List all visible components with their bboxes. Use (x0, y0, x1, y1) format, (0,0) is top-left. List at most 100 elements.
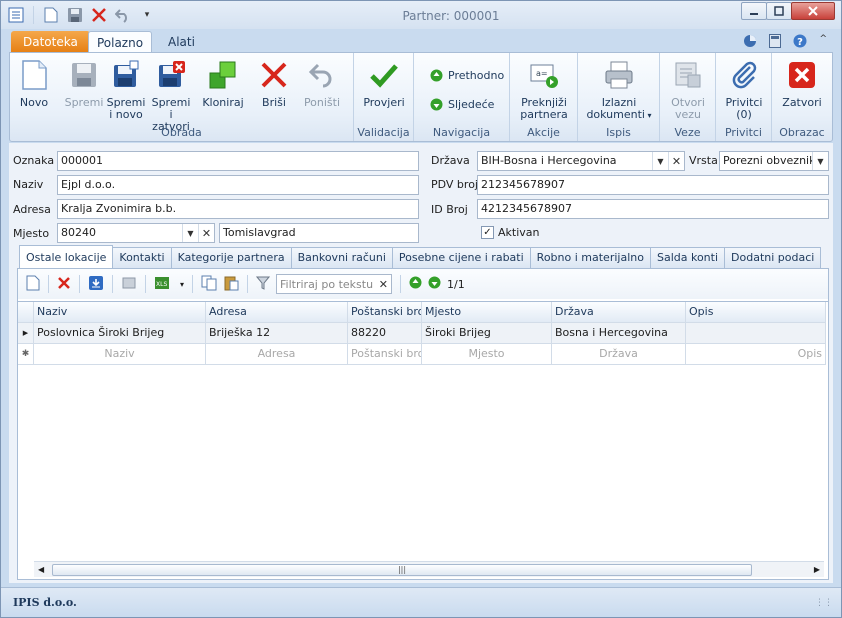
tab-dodatni-podaci[interactable]: Dodatni podaci (724, 247, 822, 269)
tab-polazno[interactable]: Polazno (88, 31, 152, 53)
arrow-up-icon[interactable] (409, 276, 422, 292)
provjeri-button[interactable]: Provjeri (360, 59, 408, 109)
new-row[interactable]: ✱ Naziv Adresa Poštanski broj Mjesto Drž… (18, 344, 826, 365)
grid-toolbar: XLS ▾ Filtriraj po tekstu ✕ 1/1 (18, 269, 828, 299)
new-cell-adresa[interactable]: Adresa (206, 344, 348, 365)
minimize-button[interactable] (741, 2, 767, 20)
column-header-drzava[interactable]: Država (552, 302, 686, 323)
export-excel-icon[interactable]: XLS (154, 275, 174, 294)
novo-button[interactable]: Novo (16, 59, 52, 109)
calculator-icon[interactable] (769, 34, 782, 51)
tab-salda-konti[interactable]: Salda konti (649, 247, 726, 269)
spremi-i-zatvori-button[interactable]: Spremi i zatvori (150, 59, 192, 133)
mjesto-combo[interactable]: 80240 ▼ ✕ (57, 223, 215, 243)
chart-icon[interactable] (743, 34, 757, 51)
scroll-thumb[interactable]: ||| (52, 564, 752, 576)
printer-icon (603, 59, 635, 91)
cell-postanski-broj[interactable]: 88220 (348, 323, 422, 344)
pdv-field[interactable]: 212345678907 (477, 175, 829, 195)
tab-datoteka[interactable]: Datoteka (11, 31, 90, 53)
ponisti-button[interactable]: Poništi (302, 59, 342, 109)
oznaka-field[interactable]: 000001 (57, 151, 419, 171)
tab-bankovni-racuni[interactable]: Bankovni računi (290, 247, 393, 269)
import-icon[interactable] (88, 275, 104, 294)
close-window-button[interactable] (791, 2, 835, 20)
izlazni-dokumenti-button[interactable]: Izlazni dokumenti ▾ (586, 59, 652, 122)
print-grid-icon[interactable] (121, 275, 137, 294)
otvori-vezu-button[interactable]: Otvori vezu (666, 59, 710, 121)
chevron-down-icon[interactable]: ▼ (812, 152, 828, 170)
new-cell-postanski-broj[interactable]: Poštanski broj (348, 344, 422, 365)
drzava-combo[interactable]: BIH-Bosna i Hercegovina ▼ ✕ (477, 151, 685, 171)
mjesto-code-value[interactable]: 80240 (58, 224, 182, 242)
delete-icon[interactable] (90, 6, 108, 24)
scroll-left-icon[interactable]: ◀ (38, 565, 44, 574)
new-cell-naziv[interactable]: Naziv (34, 344, 206, 365)
spremi-i-novo-button[interactable]: Spremi i novo (106, 59, 146, 121)
kloniraj-button[interactable]: Kloniraj (200, 59, 246, 109)
table-row[interactable]: ▶ Poslovnica Široki Brijeg Briješka 12 8… (18, 323, 826, 344)
new-cell-mjesto[interactable]: Mjesto (422, 344, 552, 365)
copy-icon[interactable] (201, 275, 217, 294)
vrsta-combo[interactable]: Porezni obveznik ▼ (719, 151, 829, 171)
tab-kontakti[interactable]: Kontakti (112, 247, 172, 269)
column-header-postanski-broj[interactable]: Poštanski broj (348, 302, 422, 323)
scroll-right-icon[interactable]: ▶ (814, 565, 820, 574)
cell-mjesto[interactable]: Široki Brijeg (422, 323, 552, 344)
new-cell-opis[interactable]: Opis (686, 344, 826, 365)
adresa-field[interactable]: Kralja Zvonimira b.b. (57, 199, 419, 219)
resize-grip-icon[interactable]: ⋮⋮ (815, 598, 833, 608)
chevron-down-icon[interactable]: ▼ (182, 224, 198, 242)
customize-qat-icon[interactable]: ▾ (138, 6, 156, 24)
arrow-down-icon[interactable] (428, 276, 441, 292)
new-cell-drzava[interactable]: Država (552, 344, 686, 365)
mjesto-name-field[interactable]: Tomislavgrad (219, 223, 419, 243)
cell-drzava[interactable]: Bosna i Hercegovina (552, 323, 686, 344)
undo-icon[interactable] (114, 6, 132, 24)
tab-posebne-cijene[interactable]: Posebne cijene i rabati (391, 247, 531, 269)
paste-icon[interactable] (223, 275, 239, 294)
naziv-field[interactable]: Ejpl d.o.o. (57, 175, 419, 195)
maximize-button[interactable] (766, 2, 792, 20)
new-icon[interactable] (42, 6, 60, 24)
spremi-button[interactable]: Spremi (64, 59, 104, 109)
cell-adresa[interactable]: Briješka 12 (206, 323, 348, 344)
new-row-icon[interactable] (26, 275, 40, 294)
checkbox-check-icon[interactable]: ✓ (481, 226, 494, 239)
filter-icon[interactable] (255, 276, 271, 293)
column-header-mjesto[interactable]: Mjesto (422, 302, 552, 323)
delete-row-icon[interactable] (57, 276, 71, 293)
clear-filter-icon[interactable]: ✕ (379, 278, 388, 291)
tab-robno-materijalno[interactable]: Robno i materijalno (529, 247, 651, 269)
filter-input[interactable]: Filtriraj po tekstu ✕ (276, 274, 393, 294)
horizontal-scrollbar[interactable]: ◀ ||| ▶ (34, 561, 824, 577)
sljedece-button[interactable]: Sljedeće (430, 98, 494, 111)
column-header-naziv[interactable]: Naziv (34, 302, 206, 323)
column-header-opis[interactable]: Opis (686, 302, 826, 323)
brisi-button[interactable]: Briši (256, 59, 292, 109)
tab-kategorije-partnera[interactable]: Kategorije partnera (170, 247, 292, 269)
zatvori-button[interactable]: Zatvori (780, 59, 824, 109)
privitci-button[interactable]: Privitci (0) (722, 59, 766, 121)
drzava-value[interactable]: BIH-Bosna i Hercegovina (478, 152, 652, 170)
help-icon[interactable]: ? (793, 34, 807, 51)
column-header-adresa[interactable]: Adresa (206, 302, 348, 323)
clear-icon[interactable]: ✕ (668, 152, 684, 170)
clear-icon[interactable]: ✕ (198, 224, 214, 242)
preknjizi-partnera-button[interactable]: a= Preknjiži partnera (516, 59, 572, 121)
tab-ostale-lokacije[interactable]: Ostale lokacije (19, 245, 114, 270)
collapse-ribbon-icon[interactable]: ^ (819, 34, 827, 51)
ribbon: Novo Spremi Spremi i novo Spremi i zatvori… (9, 52, 833, 142)
cell-naziv[interactable]: Poslovnica Široki Brijeg (34, 323, 206, 344)
aktivan-checkbox[interactable]: ✓ Aktivan (481, 226, 540, 239)
chevron-down-icon[interactable]: ▼ (652, 152, 668, 170)
vrsta-value[interactable]: Porezni obveznik (720, 152, 812, 170)
paperclip-icon (728, 59, 760, 91)
tab-alati[interactable]: Alati (156, 31, 207, 53)
chevron-down-icon[interactable]: ▾ (180, 280, 184, 289)
cell-opis[interactable] (686, 323, 826, 344)
save-icon[interactable] (66, 6, 84, 24)
idbroj-field[interactable]: 4212345678907 (477, 199, 829, 219)
app-menu-icon[interactable] (7, 6, 25, 24)
prethodno-button[interactable]: Prethodno (430, 69, 504, 82)
